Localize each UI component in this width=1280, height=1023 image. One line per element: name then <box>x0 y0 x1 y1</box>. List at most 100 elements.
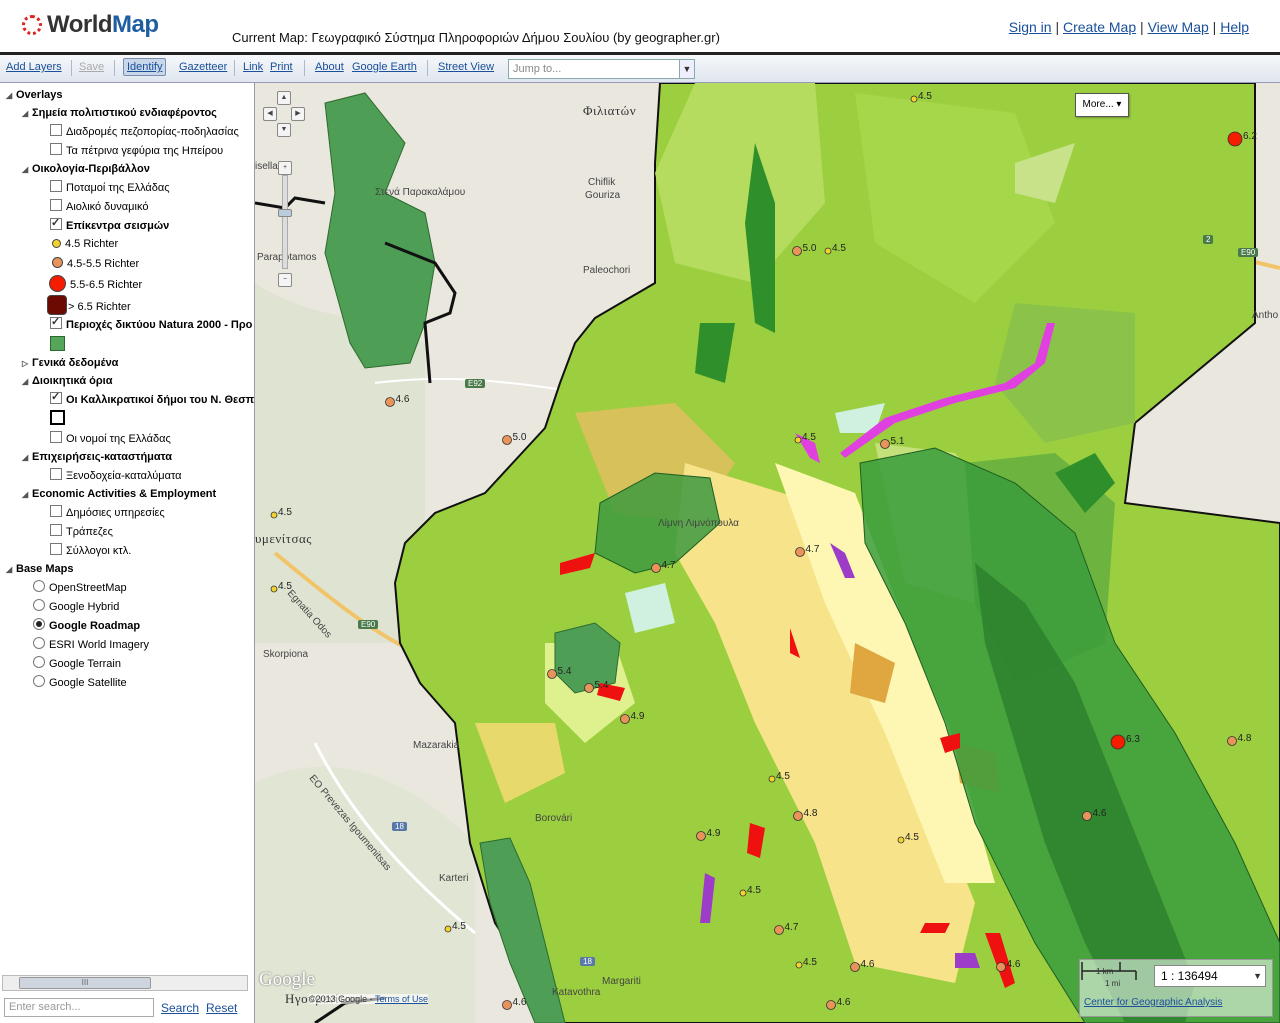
earthquake-marker[interactable] <box>739 889 747 897</box>
street-view-button[interactable]: Street View <box>438 61 494 73</box>
earthquake-marker[interactable] <box>547 669 557 679</box>
layer-municipalities[interactable]: Οι Καλλικρατικοί δήμοι του Ν. Θεσπ <box>50 388 254 409</box>
layer-hiking-routes[interactable]: Διαδρομές πεζοπορίας-ποδηλασίας <box>50 123 239 141</box>
layer-checkbox-checked[interactable] <box>50 313 62 331</box>
zoom-out-icon[interactable]: − <box>278 273 292 287</box>
layer-checkbox-checked[interactable] <box>50 388 62 406</box>
layer-checkbox[interactable] <box>50 524 62 536</box>
map-viewport[interactable]: Φιλιατών Chiflik Gouriza Paleochori Para… <box>255 83 1280 1023</box>
expand-triangle-icon[interactable]: ◢ <box>22 373 32 391</box>
pan-control[interactable]: ▲ ◀ ▶ ▼ <box>263 91 305 141</box>
layer-earthquake-epicenters[interactable]: Επίκεντρα σεισμών <box>50 214 169 235</box>
worldmap-logo[interactable]: WorldMap <box>22 10 159 40</box>
gazetteer-button[interactable]: Gazetteer <box>179 61 227 73</box>
terms-of-use-link[interactable]: Terms of Use <box>375 994 428 1004</box>
earthquake-marker[interactable] <box>584 683 594 693</box>
radio-button[interactable] <box>33 599 45 611</box>
zoom-track[interactable] <box>282 175 288 269</box>
save-button[interactable]: Save <box>79 61 104 73</box>
layer-checkbox[interactable] <box>50 543 62 555</box>
earthquake-marker[interactable] <box>444 925 452 933</box>
layer-checkbox[interactable] <box>50 180 62 192</box>
expand-triangle-icon[interactable]: ◢ <box>22 449 32 467</box>
sign-in-link[interactable]: Sign in <box>1009 19 1052 35</box>
overlays-node[interactable]: ◢ Overlays <box>6 86 62 104</box>
identify-button[interactable]: Identify <box>123 58 167 76</box>
tree-group-cultural[interactable]: ◢ Σημεία πολιτιστικού ενδιαφέροντος <box>22 104 217 122</box>
link-button[interactable]: Link <box>243 61 263 73</box>
earthquake-marker[interactable] <box>824 247 832 255</box>
earthquake-marker[interactable] <box>502 1000 512 1010</box>
create-map-link[interactable]: Create Map <box>1063 19 1136 35</box>
earthquake-marker[interactable] <box>794 436 802 444</box>
add-layers-button[interactable]: Add Layers <box>6 61 62 73</box>
earthquake-marker[interactable] <box>795 961 803 969</box>
layer-checkbox[interactable] <box>50 468 62 480</box>
basemap-google-terrain[interactable]: Google Terrain <box>33 655 121 673</box>
tree-group-general[interactable]: ▷ Γενικά δεδομένα <box>22 354 118 372</box>
radio-button-selected[interactable] <box>33 618 45 630</box>
expand-triangle-icon[interactable]: ◢ <box>22 105 32 123</box>
earthquake-marker[interactable] <box>795 547 805 557</box>
layer-checkbox[interactable] <box>50 431 62 443</box>
earthquake-marker[interactable] <box>1227 131 1243 147</box>
layer-checkbox[interactable] <box>50 143 62 155</box>
earthquake-marker[interactable] <box>996 962 1006 972</box>
layer-checkbox[interactable] <box>50 505 62 517</box>
expand-triangle-icon[interactable]: ◢ <box>6 561 16 579</box>
pan-left-icon[interactable]: ◀ <box>263 107 277 121</box>
about-button[interactable]: About <box>315 61 344 73</box>
earthquake-marker[interactable] <box>1227 736 1237 746</box>
radio-button[interactable] <box>33 580 45 592</box>
earthquake-marker[interactable] <box>385 397 395 407</box>
earthquake-marker[interactable] <box>651 563 661 573</box>
layer-wind-potential[interactable]: Αιολικό δυναμικό <box>50 198 148 216</box>
basemap-google-satellite[interactable]: Google Satellite <box>33 674 127 692</box>
radio-button[interactable] <box>33 675 45 687</box>
search-button[interactable]: Search <box>161 1001 199 1015</box>
earthquake-marker[interactable] <box>1110 734 1126 750</box>
layer-stone-bridges[interactable]: Τα πέτρινα γεφύρια της Ηπείρου <box>50 142 223 160</box>
earthquake-marker[interactable] <box>620 714 630 724</box>
earthquake-marker[interactable] <box>826 1000 836 1010</box>
zoom-in-icon[interactable]: + <box>278 161 292 175</box>
earthquake-marker[interactable] <box>774 925 784 935</box>
layer-rivers[interactable]: Ποταμοί της Ελλάδας <box>50 179 170 197</box>
expand-triangle-icon[interactable]: ◢ <box>22 161 32 179</box>
map-canvas[interactable] <box>255 83 1280 1023</box>
zoom-slider[interactable]: + − <box>278 161 292 287</box>
layer-checkbox-checked[interactable] <box>50 214 62 232</box>
expand-triangle-icon[interactable]: ◢ <box>22 486 32 504</box>
tree-group-economic[interactable]: ◢ Economic Activities & Employment <box>22 485 216 503</box>
pan-up-icon[interactable]: ▲ <box>277 91 291 105</box>
scrollbar-thumb[interactable]: III <box>19 977 151 989</box>
earthquake-marker[interactable] <box>270 511 278 519</box>
tree-group-admin[interactable]: ◢ Διοικητικά όρια <box>22 372 113 390</box>
earthquake-marker[interactable] <box>850 962 860 972</box>
reset-button[interactable]: Reset <box>206 1001 237 1015</box>
more-layers-button[interactable]: More... ▾ <box>1075 93 1129 117</box>
chevron-down-icon[interactable]: ▼ <box>679 60 694 78</box>
earthquake-marker[interactable] <box>502 435 512 445</box>
pan-right-icon[interactable]: ▶ <box>291 107 305 121</box>
scale-select[interactable]: 1 : 136494 ▼ <box>1154 965 1266 987</box>
layer-checkbox[interactable] <box>50 124 62 136</box>
tree-group-business[interactable]: ◢ Επιχειρήσεις-καταστήματα <box>22 448 172 466</box>
help-link[interactable]: Help <box>1220 19 1249 35</box>
layer-hotels[interactable]: Ξενοδοχεία-καταλύματα <box>50 467 182 485</box>
panel-horizontal-scrollbar[interactable]: III <box>2 975 248 991</box>
earthquake-marker[interactable] <box>793 811 803 821</box>
layer-banks[interactable]: Τράπεζες <box>50 523 113 541</box>
collapsed-triangle-icon[interactable]: ▷ <box>22 355 32 373</box>
basemap-openstreetmap[interactable]: OpenStreetMap <box>33 579 127 597</box>
cga-link[interactable]: Center for Geographic Analysis <box>1084 997 1222 1008</box>
expand-triangle-icon[interactable]: ◢ <box>6 87 16 105</box>
layer-prefectures[interactable]: Οι νομοί της Ελλάδας <box>50 430 171 448</box>
earthquake-marker[interactable] <box>1082 811 1092 821</box>
basemap-google-roadmap[interactable]: Google Roadmap <box>33 617 140 635</box>
radio-button[interactable] <box>33 637 45 649</box>
tree-group-ecology[interactable]: ◢ Οικολογία-Περιβάλλον <box>22 160 150 178</box>
earthquake-marker[interactable] <box>897 836 905 844</box>
layer-public-services[interactable]: Δημόσιες υπηρεσίες <box>50 504 165 522</box>
layer-search-input[interactable]: Enter search... <box>4 998 154 1017</box>
